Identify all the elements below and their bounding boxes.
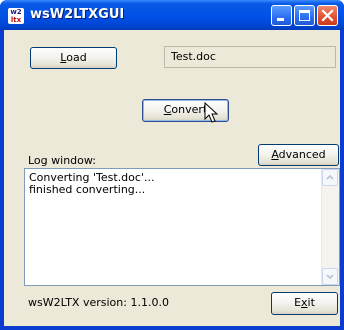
- log-scrollbar[interactable]: [321, 169, 339, 285]
- maximize-icon: [299, 10, 310, 21]
- client-area: Load Test.doc Convert Log window: Advanc…: [4, 30, 340, 326]
- close-icon: [321, 9, 334, 22]
- minimize-icon: [277, 18, 284, 21]
- load-button[interactable]: Load: [30, 47, 117, 69]
- exit-button-label-pre: E: [294, 296, 302, 309]
- advanced-button-accel: A: [271, 148, 279, 161]
- scroll-down-icon: [326, 274, 334, 280]
- scroll-down-button[interactable]: [322, 268, 338, 285]
- exit-button-label-post: it: [307, 296, 315, 309]
- scroll-up-button[interactable]: [322, 169, 338, 186]
- window-title: wsW2LTXGUI: [30, 7, 125, 22]
- app-icon-text-bottom: ltx: [10, 16, 22, 24]
- app-window: w2 ltx wsW2LTXGUI Load Test.doc Convert …: [0, 0, 344, 330]
- version-label: wsW2LTX version: 1.1.0.0: [28, 296, 169, 309]
- advanced-button[interactable]: Advanced: [258, 144, 339, 166]
- load-button-label-post: oad: [66, 51, 87, 64]
- log-window-label: Log window:: [28, 154, 96, 167]
- log-text: Converting 'Test.doc'... finished conver…: [29, 172, 317, 196]
- close-button[interactable]: [317, 5, 338, 26]
- title-bar[interactable]: w2 ltx wsW2LTXGUI: [0, 0, 344, 30]
- log-line: finished converting...: [29, 183, 146, 196]
- maximize-button[interactable]: [294, 5, 315, 26]
- advanced-button-label-post: dvanced: [278, 148, 326, 161]
- exit-button[interactable]: Exit: [271, 292, 338, 315]
- log-textbox[interactable]: Converting 'Test.doc'... finished conver…: [24, 168, 340, 286]
- convert-button-label-post: onvert: [171, 103, 208, 116]
- minimize-button[interactable]: [271, 5, 292, 26]
- mouse-pointer-icon: [204, 102, 219, 123]
- scroll-up-icon: [326, 174, 334, 180]
- file-name-field: Test.doc: [164, 46, 336, 68]
- app-icon-text-top: w2: [10, 8, 22, 16]
- app-icon: w2 ltx: [8, 8, 24, 24]
